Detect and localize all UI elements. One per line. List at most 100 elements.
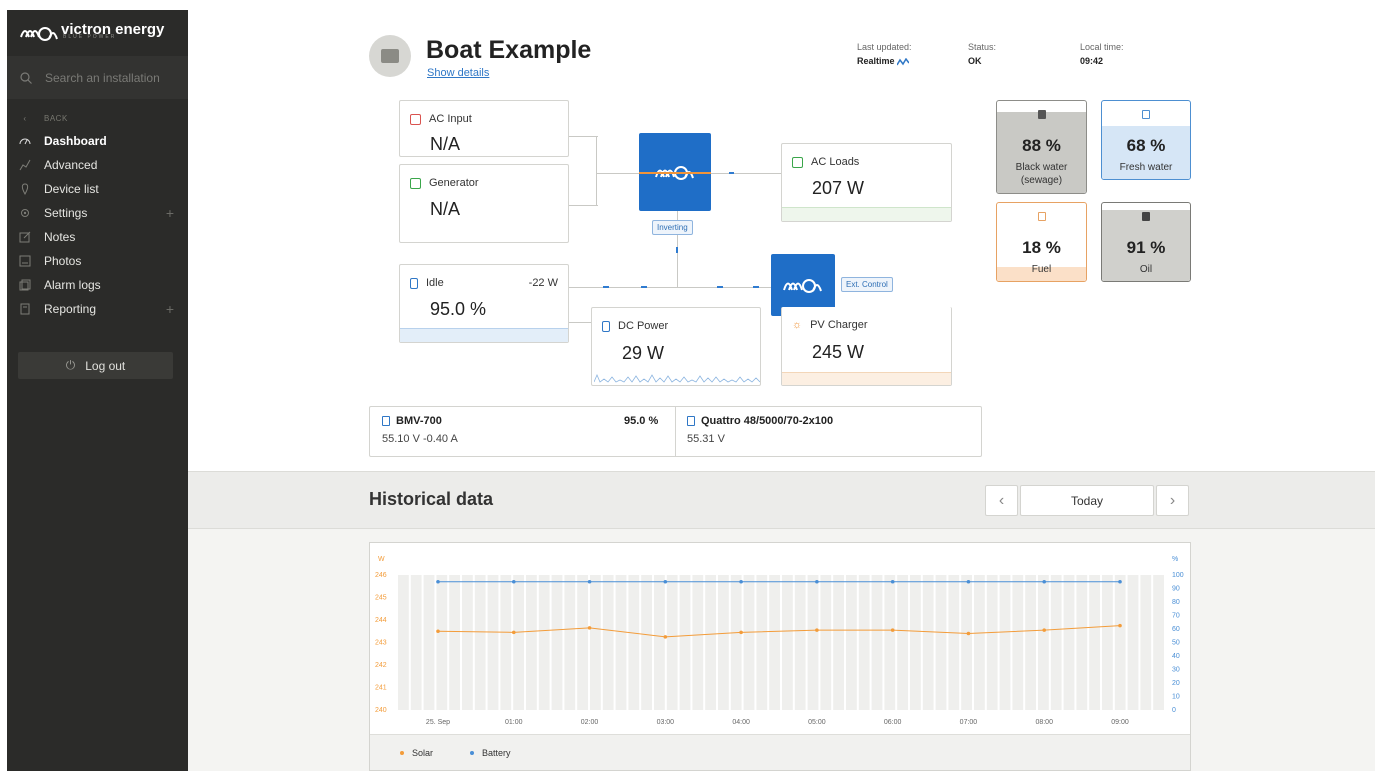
sidebar-item-advanced[interactable]: Advanced [7,153,188,177]
chart-grid-band [807,575,819,710]
connector-line [596,136,597,174]
right-tick-label: 0 [1172,707,1176,714]
generator-icon [410,177,421,189]
device-soc: 95.0 % [624,415,659,427]
chart-grid-band [961,575,972,710]
battery-icon [687,416,695,426]
chart-grid-band [602,575,614,710]
charger-state-badge: Ext. Control [841,277,893,292]
connector-line [710,173,781,174]
next-day-button[interactable]: › [1156,485,1189,516]
expand-plus-icon[interactable]: + [166,205,174,221]
flow-indicator [753,286,759,288]
logout-button[interactable]: ⏻ Log out [18,352,173,379]
card-title: PV Charger [810,319,868,331]
battery-soc-bar [400,328,568,342]
right-tick-label: 80 [1172,599,1180,606]
left-tick-label: 243 [375,640,387,647]
dc-power-sparkline [594,373,760,383]
period-selector[interactable]: Today [1020,485,1154,516]
status: Status: OK [968,42,996,66]
device-quattro[interactable]: Quattro 48/5000/70-2x100 55.31 V [687,415,833,445]
search-input[interactable]: Search an installation [7,56,188,99]
series-point-battery [890,579,895,584]
power-icon: ⏻ [65,358,76,372]
left-tick-label: 240 [375,707,387,714]
chart-grid-band [590,575,601,710]
installation-avatar [369,35,411,77]
sidebar-item-notes[interactable]: Notes [7,225,188,249]
ac-input-card[interactable]: AC Input N/A [399,100,569,157]
previous-day-button[interactable]: ‹ [985,485,1018,516]
chart-grid-band [871,575,883,710]
ac-loads-card[interactable]: AC Loads 207 W [781,143,952,222]
tank-fuel[interactable]: 18 % Fuel [996,202,1087,282]
page-title: Boat Example [426,36,592,64]
sidebar-item-dashboard[interactable]: Dashboard [7,129,188,153]
period-label: Today [1070,493,1104,508]
inverter-box[interactable] [639,133,711,211]
device-details: 55.31 V [687,433,725,445]
ac-loads-bar [782,207,951,221]
dc-power-value: 29 W [622,343,665,363]
series-point-solar [1042,628,1047,632]
expand-plus-icon[interactable]: + [166,301,174,317]
right-tick-label: 60 [1172,626,1180,633]
series-point-solar [587,626,592,630]
series-point-solar [739,630,743,635]
pv-charger-card[interactable]: ☼ PV Charger 245 W [781,307,952,386]
local-time-value: 09:42 [1080,56,1104,66]
sidebar-item-reporting[interactable]: Reporting + [7,297,188,321]
tank-black-water[interactable]: 88 % Black water (sewage) [996,100,1087,194]
legend-label: Battery [482,748,511,758]
flow-indicator [729,172,734,174]
legend-solar[interactable]: Solar [400,748,433,758]
generator-value: N/A [430,199,461,219]
connector-line [569,205,598,206]
sidebar-nav: ‹ BACK Dashboard Advanced Device list Se… [7,107,188,321]
x-tick-label: 06:00 [884,719,902,726]
chart-grid-band [1089,575,1100,710]
victron-logo-icon [20,27,58,41]
search-icon [20,71,32,84]
series-point-battery [436,579,440,584]
chart-grid-band [948,575,960,710]
dc-power-icon [602,320,610,332]
tank-oil[interactable]: 91 % Oil [1101,202,1191,282]
card-title: AC Loads [811,156,860,168]
battery-card[interactable]: Idle -22 W 95.0 % [399,264,569,343]
reporting-icon [19,303,31,315]
chart-grid-band [782,575,793,710]
battery-power: -22 W [528,277,558,289]
sidebar-item-alarm-logs[interactable]: Alarm logs [7,273,188,297]
series-point-solar [663,635,668,639]
show-details-link[interactable]: Show details [427,67,489,79]
chart-grid-band [1025,575,1036,710]
historical-chart[interactable]: W% 240 241 242 243 244 245 246 0 10 20 30 40 50 60 70 80… [369,542,1191,771]
sidebar-item-label: Photos [44,254,82,268]
chart-grid-band [500,575,512,710]
sidebar-item-photos[interactable]: Photos [7,249,188,273]
search-placeholder: Search an installation [45,70,160,85]
sidebar-item-settings[interactable]: Settings + [7,201,188,225]
generator-card[interactable]: Generator N/A [399,164,569,243]
divider [675,407,676,456]
series-point-battery [663,579,668,584]
chart-svg: W % 240 241 242 243 244 245 246 0 10 20 30 40 50 60 70 80… [375,556,1184,726]
right-tick-label: 100 [1172,572,1184,579]
back-link[interactable]: ‹ BACK [7,107,188,129]
legend-battery[interactable]: Battery [470,748,511,758]
chart-grid-band [884,575,896,710]
tank-label: Fuel [1031,264,1052,275]
sidebar-item-label: Alarm logs [44,278,101,292]
chart-legend: Solar Battery [370,734,1190,770]
dashboard-icon [19,135,31,147]
tank-fresh-water[interactable]: 68 % Fresh water [1101,100,1191,180]
brand-logo[interactable]: victron energy BLUE POWER [7,10,188,56]
chart-grid-band [398,575,409,710]
tank-label: Fresh water [1119,162,1173,173]
dc-power-card[interactable]: DC Power 29 W [591,307,761,386]
battery-state: Idle [426,277,444,289]
chart-grid-band [1076,575,1088,710]
sidebar-item-device-list[interactable]: Device list [7,177,188,201]
